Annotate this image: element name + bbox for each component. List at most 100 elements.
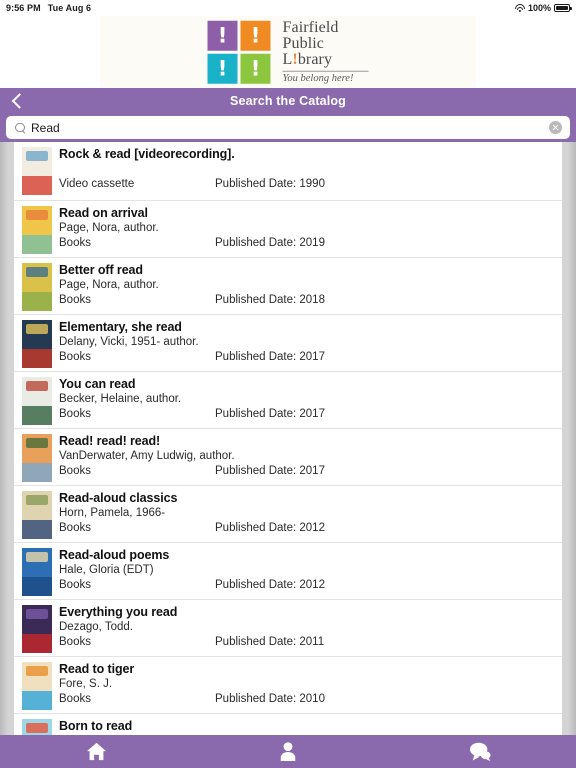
result-details: Books Published Date: 2017 bbox=[59, 464, 562, 479]
result-published-date: Published Date: 2011 bbox=[215, 636, 325, 648]
result-row[interactable]: Everything you read Dezago, Todd. Books Pub… bbox=[14, 600, 562, 657]
result-published-date: Published Date: 2012 bbox=[215, 522, 325, 534]
wordmark-line-3-post: brary bbox=[297, 50, 333, 68]
result-title: Read-aloud poems bbox=[59, 548, 170, 562]
result-format: Books bbox=[59, 294, 91, 306]
results-area: Rock & read [videorecording]. Video casse… bbox=[0, 142, 576, 735]
result-details: Books Published Date: 2012 bbox=[59, 521, 562, 536]
result-title: Rock & read [videorecording]. bbox=[59, 147, 235, 161]
logo-tiles: ! ! ! ! bbox=[207, 20, 271, 84]
result-row[interactable]: Elementary, she read Delany, Vicki, 1951-… bbox=[14, 315, 562, 372]
result-meta: Rock & read [videorecording]. Video casse… bbox=[59, 146, 562, 195]
result-title: Read to tiger bbox=[59, 662, 135, 676]
result-published-date: Published Date: 1990 bbox=[215, 178, 325, 190]
result-format: Books bbox=[59, 465, 91, 477]
cover-thumbnail bbox=[22, 147, 52, 195]
wordmark-line-3-pre: L bbox=[282, 50, 293, 68]
result-meta: Read! read! read! VanDerwater, Amy Ludwig… bbox=[59, 433, 562, 482]
library-logo-banner: ! ! ! ! Fairfield Public L!brary You bel… bbox=[0, 16, 576, 88]
back-chevron-icon[interactable] bbox=[10, 95, 23, 108]
result-row[interactable]: Better off read Page, Nora, author. Books P… bbox=[14, 258, 562, 315]
result-format: Books bbox=[59, 522, 91, 534]
account-icon bbox=[280, 742, 296, 761]
search-input[interactable]: Read bbox=[31, 121, 549, 135]
cover-thumbnail bbox=[22, 548, 52, 596]
result-published-date: Published Date: 2019 bbox=[215, 237, 325, 249]
wifi-icon bbox=[514, 4, 525, 13]
result-published-date: Published Date: 2017 bbox=[215, 465, 325, 477]
cover-thumbnail bbox=[22, 320, 52, 368]
tab-account[interactable] bbox=[192, 735, 384, 768]
logo-tile-glyph: ! bbox=[217, 56, 228, 80]
result-title: Born to read bbox=[59, 719, 133, 733]
wordmark-divider bbox=[282, 70, 369, 72]
cover-thumbnail bbox=[22, 719, 52, 735]
result-row[interactable]: Read-aloud poems Hale, Gloria (EDT) Books P… bbox=[14, 543, 562, 600]
result-format: Books bbox=[59, 693, 91, 705]
page-header: Search the Catalog bbox=[0, 88, 576, 114]
result-title: Better off read bbox=[59, 263, 143, 277]
tab-home[interactable] bbox=[0, 735, 192, 768]
logo-tagline: You belong here! bbox=[282, 72, 354, 84]
result-title: Elementary, she read bbox=[59, 320, 182, 334]
result-row[interactable]: Rock & read [videorecording]. Video casse… bbox=[14, 142, 562, 201]
cover-thumbnail bbox=[22, 434, 52, 482]
result-meta: Read on arrival Page, Nora, author. Books P… bbox=[59, 205, 562, 254]
result-details: Books Published Date: 2017 bbox=[59, 407, 562, 422]
result-row[interactable]: You can read Becker, Helaine, author. Book… bbox=[14, 372, 562, 429]
result-title: Read on arrival bbox=[59, 206, 148, 220]
result-row[interactable]: Read! read! read! VanDerwater, Amy Ludwig… bbox=[14, 429, 562, 486]
result-format: Books bbox=[59, 636, 91, 648]
result-title: Read-aloud classics bbox=[59, 491, 178, 505]
logo-tile-purple: ! bbox=[207, 20, 238, 51]
logo-wordmark: Fairfield Public L!brary You belong here… bbox=[282, 18, 369, 85]
result-details: Video cassette Published Date: 1990 bbox=[59, 177, 562, 192]
result-author: Fore, S. J. bbox=[59, 678, 113, 690]
result-title: Read! read! read! bbox=[59, 434, 161, 448]
wordmark-line-2: Public bbox=[282, 34, 324, 52]
result-row[interactable]: Born to readSierra, Judy.BooksPublished … bbox=[14, 714, 562, 735]
result-details: Books Published Date: 2017 bbox=[59, 350, 562, 365]
result-meta: Read to tiger Fore, S. J. Books Published D… bbox=[59, 661, 562, 710]
result-author: VanDerwater, Amy Ludwig, author. bbox=[59, 450, 235, 462]
result-row[interactable]: Read on arrival Page, Nora, author. Books P… bbox=[14, 201, 562, 258]
result-published-date: Published Date: 2017 bbox=[215, 408, 325, 420]
library-logo: ! ! ! ! Fairfield Public L!brary You bel… bbox=[207, 18, 369, 85]
bottom-tab-bar bbox=[0, 735, 576, 768]
result-meta: Born to readSierra, Judy.BooksPublished … bbox=[59, 718, 562, 735]
result-details: Books Published Date: 2011 bbox=[59, 635, 562, 650]
result-meta: Better off read Page, Nora, author. Books P… bbox=[59, 262, 562, 311]
status-time: 9:56 PM bbox=[6, 3, 41, 13]
logo-tile-glyph: ! bbox=[250, 23, 261, 47]
result-meta: Read-aloud classics Horn, Pamela, 1966- Bo… bbox=[59, 490, 562, 539]
result-details: Books Published Date: 2012 bbox=[59, 578, 562, 593]
wordmark-line-1: Fairfield bbox=[282, 18, 339, 36]
wordmark-line-3: L!brary bbox=[282, 50, 369, 68]
result-row[interactable]: Read-aloud classics Horn, Pamela, 1966- Bo… bbox=[14, 486, 562, 543]
clear-icon[interactable] bbox=[549, 121, 562, 134]
result-details: Books Published Date: 2010 bbox=[59, 692, 562, 707]
status-bar: 9:56 PM Tue Aug 6 100% bbox=[0, 0, 576, 16]
tab-chat[interactable] bbox=[384, 735, 576, 768]
logo-tile-green: ! bbox=[240, 53, 271, 84]
search-field[interactable]: Read bbox=[6, 116, 570, 139]
result-format: Books bbox=[59, 237, 91, 249]
logo-tile-glyph: ! bbox=[250, 56, 261, 80]
result-details: Books Published Date: 2019 bbox=[59, 236, 562, 251]
battery-percent-label: 100% bbox=[527, 3, 551, 13]
page-title: Search the Catalog bbox=[230, 94, 346, 108]
result-format: Books bbox=[59, 408, 91, 420]
result-author: Dezago, Todd. bbox=[59, 621, 133, 633]
cover-thumbnail bbox=[22, 263, 52, 311]
result-format: Books bbox=[59, 579, 91, 591]
result-format: Video cassette bbox=[59, 178, 135, 190]
results-list[interactable]: Rock & read [videorecording]. Video casse… bbox=[14, 142, 562, 735]
result-author: Page, Nora, author. bbox=[59, 279, 159, 291]
result-published-date: Published Date: 2010 bbox=[215, 693, 325, 705]
cover-thumbnail bbox=[22, 605, 52, 653]
result-row[interactable]: Read to tiger Fore, S. J. Books Published D… bbox=[14, 657, 562, 714]
cover-thumbnail bbox=[22, 662, 52, 710]
result-meta: You can read Becker, Helaine, author. Book… bbox=[59, 376, 562, 425]
result-meta: Elementary, she read Delany, Vicki, 1951-… bbox=[59, 319, 562, 368]
cover-thumbnail bbox=[22, 206, 52, 254]
